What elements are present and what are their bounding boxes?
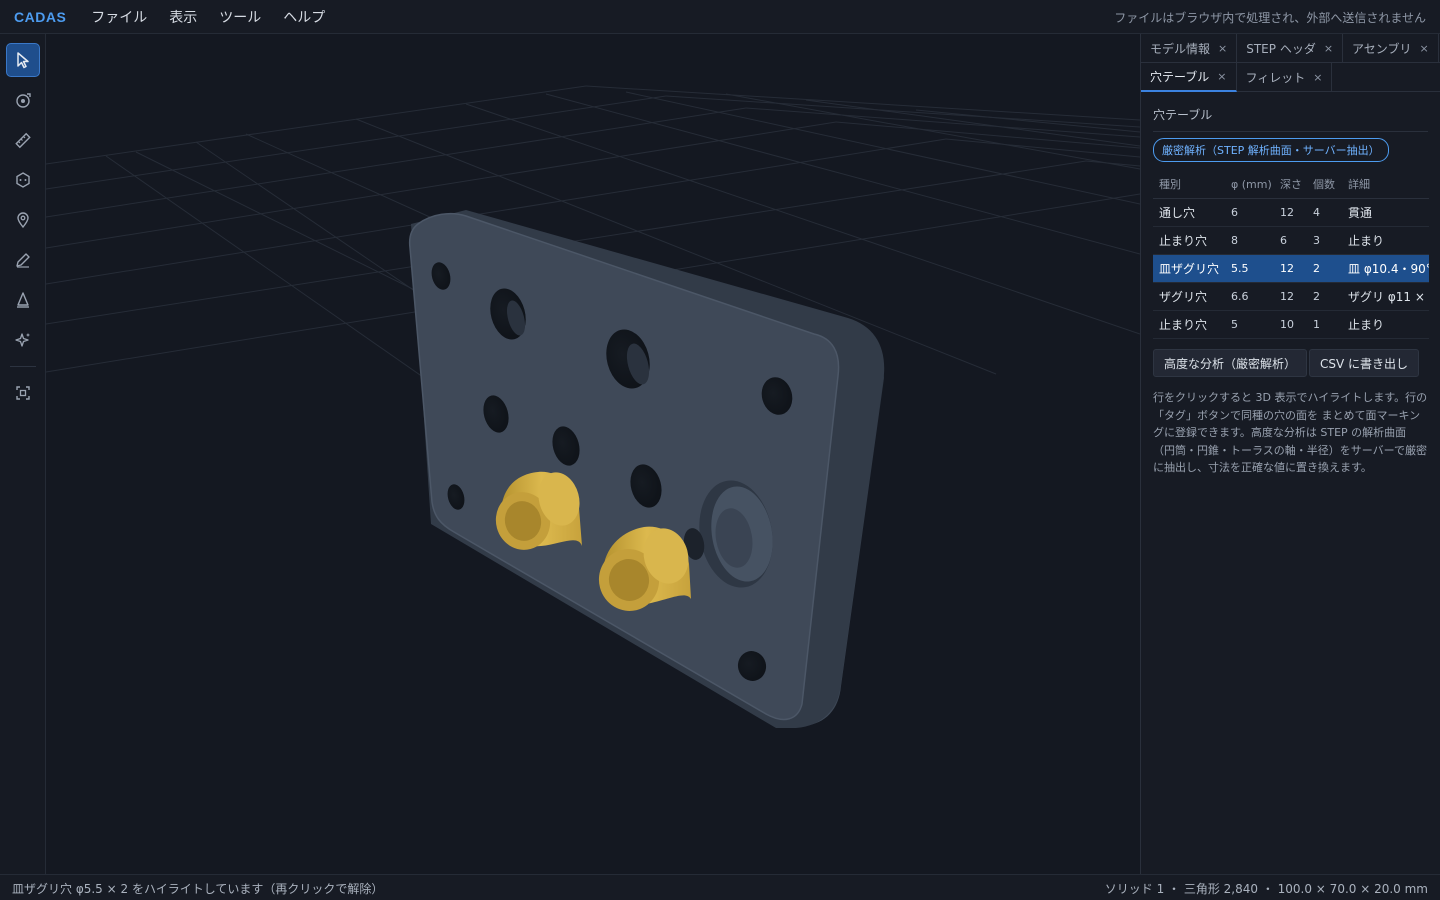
status-bar: 皿ザグリ穴 φ5.5 × 2 をハイライトしています（再クリックで解除） ソリッ… [0, 874, 1440, 900]
cell-depth: 12 [1274, 254, 1307, 283]
cell-type: 止まり穴 [1153, 310, 1225, 339]
table-row[interactable]: ザグリ穴 6.6 12 2 ザグリ φ11 × 6.5 [1153, 282, 1429, 311]
close-icon[interactable]: × [1324, 42, 1333, 55]
model-stats: ソリッド 1 ・ 三角形 2,840 ・ 100.0 × 70.0 × 20.0… [1104, 882, 1428, 896]
table-row[interactable]: 止まり穴 5 10 1 止まり [1153, 310, 1429, 339]
cell-count: 4 [1307, 198, 1342, 227]
cell-diameter: 5 [1225, 310, 1274, 339]
cell-depth: 10 [1274, 310, 1307, 339]
feature-tool-button[interactable] [6, 163, 40, 197]
shape-tool-button[interactable] [6, 283, 40, 317]
left-toolbar [0, 34, 46, 874]
tab-fillet[interactable]: フィレット × [1237, 63, 1333, 92]
advanced-analysis-button[interactable]: 高度な分析（厳密解析） [1153, 349, 1308, 377]
hexagon-feature-icon [16, 172, 30, 188]
menu-help[interactable]: ヘルプ [272, 7, 336, 27]
hole-table: 種別 φ (mm) 深さ 個数 詳細 通し穴 6 12 4 貫通 止まり穴 8 … [1153, 176, 1429, 339]
panel-tabs-row-2: 穴テーブル × フィレット × [1141, 63, 1440, 92]
cell-diameter: 8 [1225, 226, 1274, 255]
column-header-count: 個数 [1307, 176, 1342, 199]
right-panel: モデル情報 × STEP ヘッダ × アセンブリ × 穴テーブル × フィレット… [1140, 34, 1440, 874]
location-pin-icon [17, 212, 29, 229]
toolbar-divider [10, 366, 36, 367]
tab-assembly[interactable]: アセンブリ × [1343, 34, 1439, 63]
cone-shape-icon [17, 292, 29, 308]
cell-type: 通し穴 [1153, 198, 1225, 227]
close-icon[interactable]: × [1218, 42, 1227, 55]
fit-view-button[interactable] [6, 376, 40, 410]
tab-label: フィレット [1245, 71, 1306, 85]
cell-detail: 皿 φ10.4・90° [1342, 254, 1429, 283]
annotate-tool-button[interactable] [6, 243, 40, 277]
panel-tabs-row-1: モデル情報 × STEP ヘッダ × アセンブリ × [1141, 34, 1440, 63]
cell-detail: 止まり [1342, 310, 1429, 339]
cell-type: 止まり穴 [1153, 226, 1225, 255]
column-header-depth: 深さ [1274, 176, 1307, 199]
sparkle-ai-icon [15, 333, 30, 347]
menu-tools[interactable]: ツール [208, 7, 272, 27]
tab-hole-table[interactable]: 穴テーブル × [1141, 63, 1237, 92]
action-buttons: 高度な分析（厳密解析） CSV に書き出し [1153, 349, 1440, 377]
export-csv-button[interactable]: CSV に書き出し [1309, 349, 1420, 377]
cell-diameter: 6.6 [1225, 282, 1274, 311]
tab-model-info[interactable]: モデル情報 × [1141, 34, 1238, 63]
cell-count: 2 [1307, 282, 1342, 311]
help-text: 行をクリックすると 3D 表示でハイライトします。行の「タグ」ボタンで同種の穴の… [1153, 391, 1428, 474]
cell-depth: 12 [1274, 198, 1307, 227]
focus-frame-icon [16, 386, 30, 400]
table-header-row: 種別 φ (mm) 深さ 個数 詳細 [1153, 176, 1429, 199]
orbit-target-icon [16, 93, 31, 108]
cell-count: 2 [1307, 254, 1342, 283]
tab-label: アセンブリ [1352, 42, 1412, 56]
section-divider [1153, 131, 1428, 132]
pin-tool-button[interactable] [6, 203, 40, 237]
status-message: 皿ザグリ穴 φ5.5 × 2 をハイライトしています（再クリックで解除） [12, 882, 384, 896]
menu-view[interactable]: 表示 [158, 7, 208, 27]
cell-count: 1 [1307, 310, 1342, 339]
orbit-tool-button[interactable] [6, 83, 40, 117]
measure-tool-button[interactable] [6, 123, 40, 157]
tab-step-header[interactable]: STEP ヘッダ × [1237, 34, 1344, 63]
column-header-diameter: φ (mm) [1225, 176, 1274, 199]
privacy-notice: ファイルはブラウザ内で処理され、外部へ送信されません [1114, 11, 1426, 25]
ruler-measure-icon [15, 132, 31, 149]
section-title: 穴テーブル [1153, 108, 1213, 122]
cell-depth: 6 [1274, 226, 1307, 255]
column-header-type: 種別 [1153, 176, 1225, 199]
tab-label: 穴テーブル [1150, 70, 1210, 84]
cell-depth: 12 [1274, 282, 1307, 311]
cell-diameter: 5.5 [1225, 254, 1274, 283]
cell-type: 皿ザグリ穴 [1153, 254, 1225, 283]
pen-annotate-icon [16, 253, 30, 268]
analysis-mode-badge: 厳密解析（STEP 解析曲面・サーバー抽出） [1153, 138, 1389, 162]
cell-type: ザグリ穴 [1153, 282, 1225, 311]
app-logo: CADAS [14, 8, 67, 25]
cell-detail: 止まり [1342, 226, 1429, 255]
menu-bar: CADAS ファイル 表示 ツール ヘルプ ファイルはブラウザ内で処理され、外部… [0, 0, 1440, 34]
table-row[interactable]: 通し穴 6 12 4 貫通 [1153, 198, 1429, 227]
close-icon[interactable]: × [1217, 70, 1226, 83]
3d-viewport[interactable] [46, 34, 1140, 874]
cell-count: 3 [1307, 226, 1342, 255]
column-header-detail: 詳細 [1342, 176, 1429, 199]
cell-detail: ザグリ φ11 × 6.5 [1342, 282, 1429, 311]
table-row[interactable]: 止まり穴 8 6 3 止まり [1153, 226, 1429, 255]
table-row-selected[interactable]: 皿ザグリ穴 5.5 12 2 皿 φ10.4・90° [1153, 254, 1429, 283]
menu-file[interactable]: ファイル [80, 7, 158, 27]
3d-scene[interactable] [46, 34, 1140, 874]
close-icon[interactable]: × [1313, 71, 1322, 84]
tab-label: STEP ヘッダ [1246, 42, 1316, 56]
cell-detail: 貫通 [1342, 198, 1429, 227]
cell-diameter: 6 [1225, 198, 1274, 227]
select-tool-button[interactable] [6, 43, 40, 77]
tab-label: モデル情報 [1150, 42, 1211, 56]
close-icon[interactable]: × [1419, 42, 1428, 55]
cursor-select-icon [17, 52, 29, 69]
plate-face[interactable] [408, 212, 840, 721]
ai-tool-button[interactable] [6, 323, 40, 357]
